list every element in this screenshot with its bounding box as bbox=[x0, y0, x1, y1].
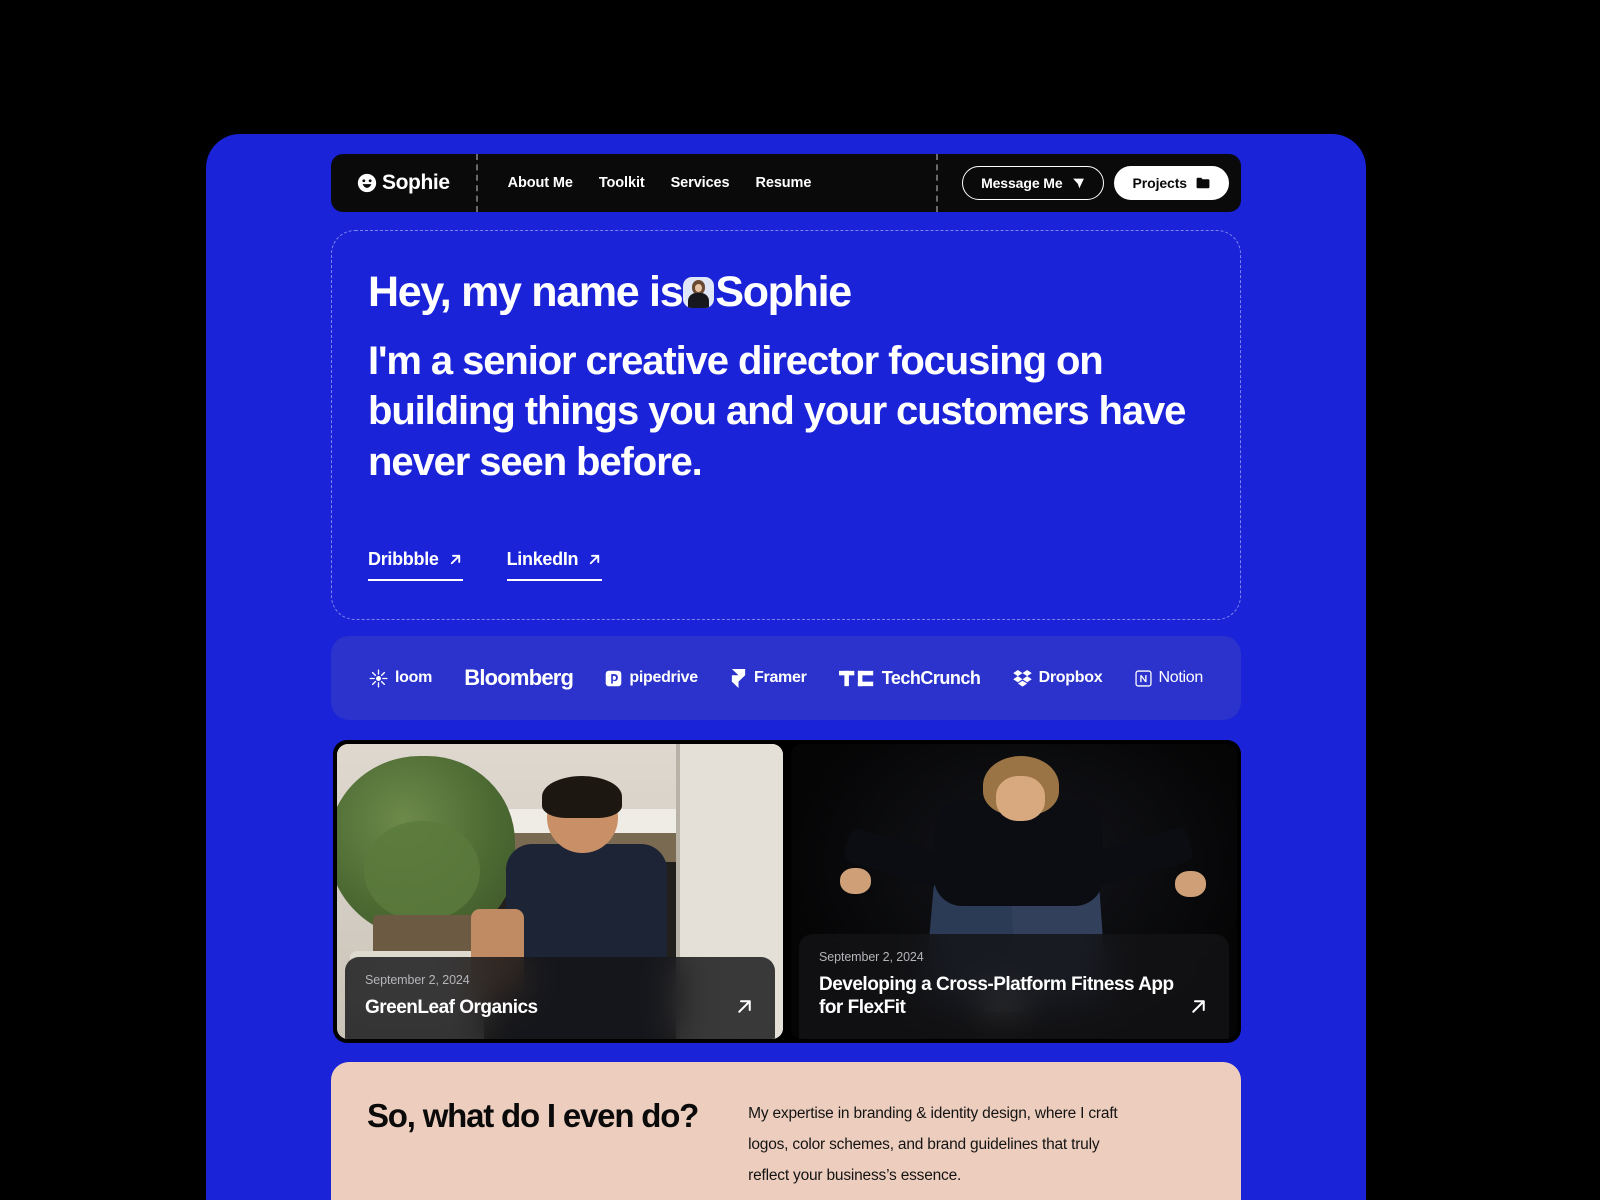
logo-bloomberg: Bloomberg bbox=[464, 665, 574, 691]
logo-bloomberg-label: Bloomberg bbox=[464, 665, 574, 690]
send-icon bbox=[1072, 177, 1085, 190]
about-section: So, what do I even do? My expertise in b… bbox=[331, 1062, 1241, 1200]
site-viewport: Sophie About Me Toolkit Services Resume … bbox=[206, 134, 1366, 1200]
logo-framer: Framer bbox=[730, 668, 807, 688]
arrow-up-right-icon[interactable] bbox=[1188, 996, 1209, 1017]
hero-subtitle: I'm a senior creative director focusing … bbox=[368, 339, 1186, 484]
logo-techcrunch-label: TechCrunch bbox=[881, 667, 981, 688]
linkedin-label: LinkedIn bbox=[506, 549, 579, 569]
brand-logo[interactable]: Sophie bbox=[331, 154, 476, 212]
logo-dropbox-label: Dropbox bbox=[1038, 669, 1103, 686]
hero-greeting: Hey, my name is Sophie bbox=[368, 271, 1204, 314]
project-overlay: September 2, 2024 GreenLeaf Organics bbox=[345, 956, 775, 1039]
brand-name: Sophie bbox=[382, 171, 450, 194]
project-text: September 2, 2024 GreenLeaf Organics bbox=[365, 973, 538, 1019]
client-logo-strip: loom Bloomberg pipedrive Framer TechCrun… bbox=[331, 636, 1241, 720]
projects-section: September 2, 2024 GreenLeaf Organics Sep… bbox=[333, 740, 1241, 1043]
nav-link-services[interactable]: Services bbox=[671, 175, 730, 191]
logo-loom: loom bbox=[369, 669, 432, 688]
logo-notion-label: Notion bbox=[1158, 669, 1204, 686]
project-title: GreenLeaf Organics bbox=[365, 996, 538, 1018]
pipedrive-icon bbox=[605, 670, 622, 687]
avatar-body bbox=[688, 293, 710, 308]
logo-pipedrive: pipedrive bbox=[605, 669, 698, 687]
techcrunch-icon bbox=[838, 669, 875, 688]
hero-greeting-after: Sophie bbox=[715, 268, 852, 316]
smiley-icon bbox=[357, 173, 377, 193]
notion-icon bbox=[1134, 669, 1152, 687]
projects-button[interactable]: Projects bbox=[1113, 166, 1229, 200]
hero-section: Hey, my name is Sophie I'm a senior crea… bbox=[331, 230, 1241, 620]
project-date: September 2, 2024 bbox=[365, 972, 470, 987]
arrow-up-right-icon bbox=[587, 552, 602, 567]
projects-label: Projects bbox=[1132, 175, 1188, 191]
nav-link-resume[interactable]: Resume bbox=[755, 175, 811, 191]
navbar: Sophie About Me Toolkit Services Resume … bbox=[331, 154, 1241, 212]
nav-link-toolkit[interactable]: Toolkit bbox=[599, 175, 645, 191]
arrow-up-right-icon bbox=[448, 552, 463, 567]
logo-dropbox: Dropbox bbox=[1012, 669, 1103, 687]
hero-social-links: Dribbble LinkedIn bbox=[368, 549, 603, 581]
logo-techcrunch: TechCrunch bbox=[838, 667, 981, 689]
loom-icon bbox=[369, 669, 388, 688]
project-date: September 2, 2024 bbox=[819, 949, 924, 964]
nav-actions: Message Me Projects bbox=[938, 166, 1229, 200]
nav-links: About Me Toolkit Services Resume bbox=[478, 154, 842, 212]
about-title: So, what do I even do? bbox=[367, 1097, 699, 1134]
logo-loom-label: loom bbox=[395, 669, 433, 686]
project-text: September 2, 2024 Developing a Cross-Pla… bbox=[819, 950, 1178, 1019]
screen: Sophie About Me Toolkit Services Resume … bbox=[0, 0, 1600, 1200]
project-card-greenleaf[interactable]: September 2, 2024 GreenLeaf Organics bbox=[337, 744, 783, 1039]
folder-icon bbox=[1196, 177, 1210, 189]
project-overlay: September 2, 2024 Developing a Cross-Pla… bbox=[799, 933, 1229, 1039]
about-body: My expertise in branding & identity desi… bbox=[748, 1105, 1118, 1184]
dropbox-icon bbox=[1012, 669, 1032, 687]
avatar-photo bbox=[683, 277, 715, 308]
project-title: Developing a Cross-Platform Fitness App … bbox=[819, 973, 1174, 1018]
arrow-up-right-icon[interactable] bbox=[734, 996, 755, 1017]
logo-framer-label: Framer bbox=[754, 669, 807, 686]
dribbble-label: Dribbble bbox=[368, 549, 439, 569]
logo-notion: Notion bbox=[1134, 669, 1204, 687]
message-me-label: Message Me bbox=[981, 175, 1063, 191]
project-card-flexfit[interactable]: September 2, 2024 Developing a Cross-Pla… bbox=[791, 744, 1237, 1039]
dribbble-link[interactable]: Dribbble bbox=[368, 549, 463, 581]
hero-greeting-before: Hey, my name is bbox=[368, 268, 684, 316]
framer-icon bbox=[730, 668, 747, 688]
logo-pipedrive-label: pipedrive bbox=[629, 669, 698, 686]
message-me-button[interactable]: Message Me bbox=[962, 166, 1104, 200]
linkedin-link[interactable]: LinkedIn bbox=[506, 549, 603, 581]
nav-link-about-me[interactable]: About Me bbox=[508, 175, 573, 191]
